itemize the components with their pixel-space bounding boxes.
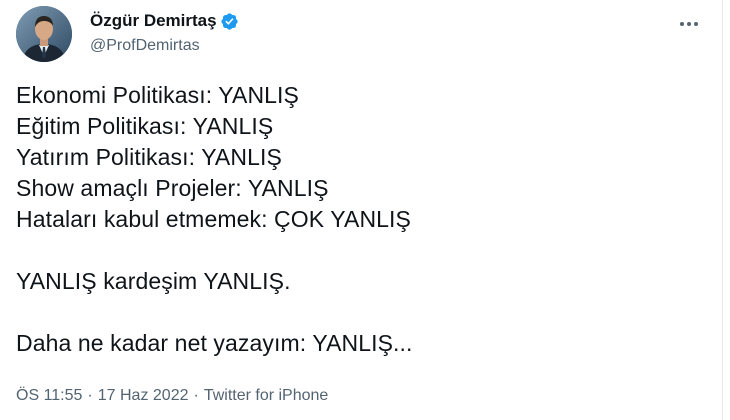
tweet-date[interactable]: 17 Haz 2022 — [98, 386, 189, 406]
tweet-header: Özgür Demirtaş @ProfDemirtas — [16, 6, 706, 62]
author-info: Özgür Demirtaş @ProfDemirtas — [90, 10, 239, 56]
tweet-source[interactable]: Twitter for iPhone — [204, 386, 329, 406]
tweet-time[interactable]: ÖS 11:55 — [16, 386, 82, 406]
tweet-line: Hataları kabul etmemek: ÇOK YANLIŞ — [16, 206, 411, 232]
tweet-card: Özgür Demirtaş @ProfDemirtas Ekonomi Pol… — [0, 0, 723, 420]
tweet-text: Ekonomi Politikası: YANLIŞ Eğitim Politi… — [16, 80, 696, 359]
author-handle[interactable]: @ProfDemirtas — [90, 36, 239, 56]
author-name[interactable]: Özgür Demirtaş — [90, 10, 217, 32]
author-name-row: Özgür Demirtaş — [90, 10, 239, 32]
tweet-metadata: ÖS 11:55 · 17 Haz 2022 · Twitter for iPhone — [16, 386, 328, 406]
tweet-line: Daha ne kadar net yazayım: YANLIŞ... — [16, 330, 413, 356]
tweet-line: Ekonomi Politikası: YANLIŞ — [16, 82, 299, 108]
more-options-button[interactable] — [672, 10, 706, 38]
tweet-line: YANLIŞ kardeşim YANLIŞ. — [16, 268, 291, 294]
meta-separator: · — [193, 387, 199, 404]
more-horizontal-icon — [680, 22, 698, 26]
meta-separator: · — [87, 387, 93, 404]
tweet-line: Eğitim Politikası: YANLIŞ — [16, 113, 274, 139]
author-avatar[interactable] — [16, 6, 72, 62]
tweet-line: Show amaçlı Projeler: YANLIŞ — [16, 175, 329, 201]
tweet-line: Yatırım Politikası: YANLIŞ — [16, 144, 282, 170]
avatar-image — [16, 6, 72, 62]
verified-badge-icon — [220, 12, 239, 31]
